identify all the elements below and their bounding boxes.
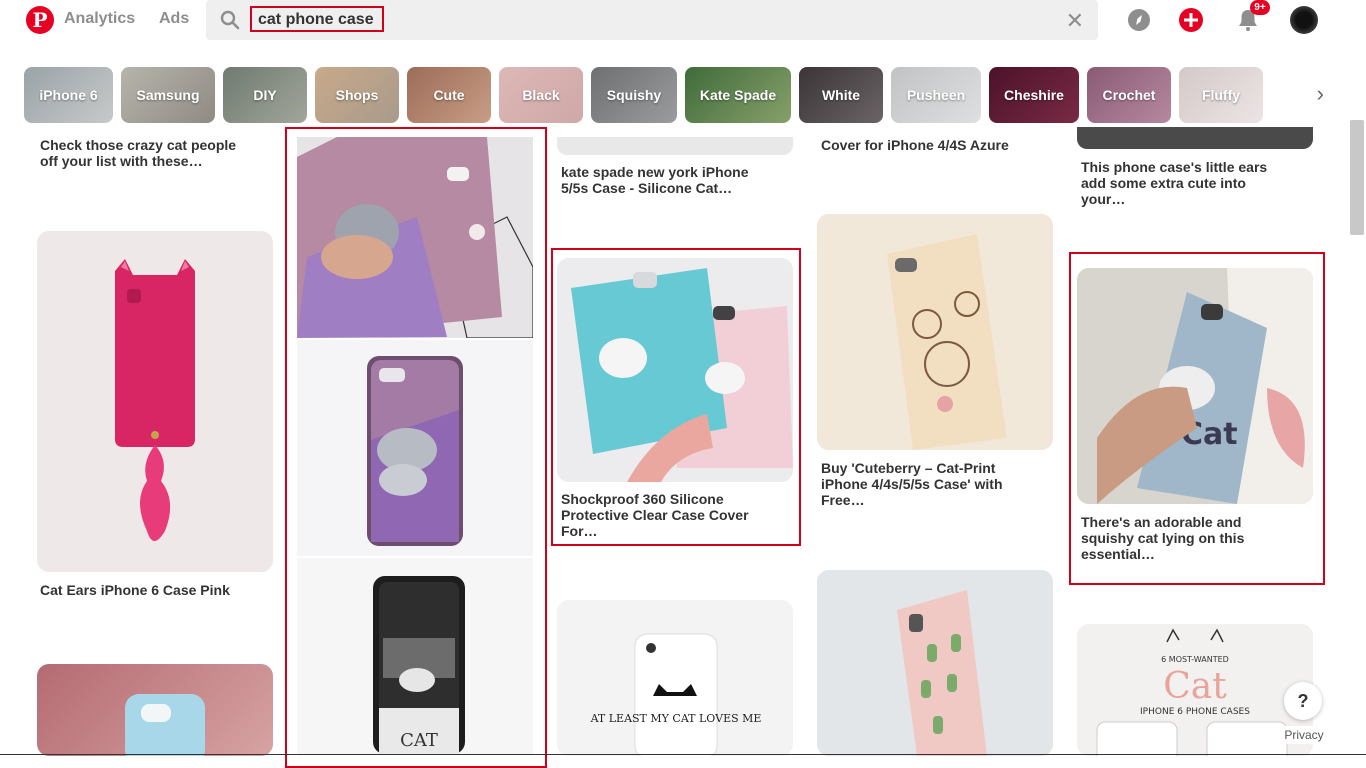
compass-icon[interactable] (1127, 8, 1151, 32)
pin-image-at-least-case[interactable]: AT LEAST MY CAT LOVES ME (557, 600, 793, 756)
cuteberry-case-image (817, 214, 1053, 450)
banner-line-3: IPHONE 6 PHONE CASES (1140, 707, 1250, 717)
pin-image-cuteberry-case[interactable] (817, 214, 1053, 450)
plus-icon[interactable] (1179, 8, 1203, 32)
notification-badge: 9+ (1250, 0, 1270, 15)
privacy-link[interactable]: Privacy (1278, 726, 1330, 744)
chip-cute[interactable]: Cute (407, 67, 491, 123)
banner-line-1: 6 MOST-WANTED (1161, 655, 1229, 664)
divider (0, 754, 1366, 755)
chevron-right-icon: › (1316, 81, 1324, 106)
search-bar: ✕ (206, 0, 1098, 40)
chip-iphone-6[interactable]: iPhone 6 (24, 67, 113, 123)
pinterest-logo[interactable]: P (26, 6, 54, 34)
chip-samsung[interactable]: Samsung (121, 67, 215, 123)
chip-crochet[interactable]: Crochet (1087, 67, 1171, 123)
blue-case-image (125, 694, 205, 756)
logo-letter: P (32, 8, 48, 32)
pin-title[interactable]: Buy 'Cuteberry – Cat-Print iPhone 4/4s/5… (821, 460, 1041, 508)
pin-image-cat-ears-case[interactable] (37, 231, 273, 572)
banner-line-2: Cat (1163, 666, 1227, 707)
help-button[interactable]: ? (1284, 682, 1322, 720)
highlight-box (551, 248, 801, 546)
chip-squishy[interactable]: Squishy (591, 67, 677, 123)
at-least-case-image: AT LEAST MY CAT LOVES ME (557, 600, 793, 756)
chip-cheshire[interactable]: Cheshire (989, 67, 1079, 123)
pin-title[interactable]: Cat Ears iPhone 6 Case Pink (40, 582, 260, 598)
chip-black[interactable]: Black (499, 67, 583, 123)
pin-image-partial[interactable] (557, 137, 793, 155)
chip-white[interactable]: White (799, 67, 883, 123)
search-input[interactable] (258, 10, 378, 30)
pin-image-cactus-case[interactable] (817, 570, 1053, 756)
pin-title[interactable]: Check those crazy cat people off your li… (40, 137, 250, 169)
chip-fluffy[interactable]: Fluffy (1179, 67, 1263, 123)
case-text: AT LEAST MY CAT LOVES ME (590, 712, 762, 725)
pin-title[interactable]: This phone case's little ears add some e… (1081, 159, 1281, 207)
scrollbar-thumb[interactable] (1350, 120, 1364, 235)
filter-chips: iPhone 6 Samsung DIY Shops Cute Black Sq… (0, 56, 1366, 126)
top-bar: P Analytics Ads ✕ 9+ (0, 0, 1366, 40)
pin-title[interactable]: Cover for iPhone 4/4S Azure (821, 137, 1041, 153)
search-icon (220, 10, 240, 30)
nav-ads[interactable]: Ads (159, 10, 189, 28)
highlight-box (285, 127, 547, 768)
cactus-case-image (817, 570, 1053, 756)
cat-ears-case-image (37, 231, 273, 572)
chip-scroll-next[interactable]: › (1270, 67, 1342, 123)
chip-kate-spade[interactable]: Kate Spade (685, 67, 791, 123)
close-icon[interactable]: ✕ (1066, 8, 1084, 34)
highlight-box (1069, 252, 1325, 585)
chip-diy[interactable]: DIY (223, 67, 307, 123)
avatar[interactable] (1290, 6, 1318, 34)
chip-shops[interactable]: Shops (315, 67, 399, 123)
pin-image-blue-squishy[interactable] (37, 664, 273, 756)
chip-pusheen[interactable]: Pusheen (891, 67, 981, 123)
pin-title[interactable]: kate spade new york iPhone 5/5s Case - S… (561, 164, 771, 196)
search-highlight (250, 6, 384, 32)
pin-image-partial[interactable] (1077, 127, 1313, 149)
nav-analytics[interactable]: Analytics (64, 10, 135, 28)
